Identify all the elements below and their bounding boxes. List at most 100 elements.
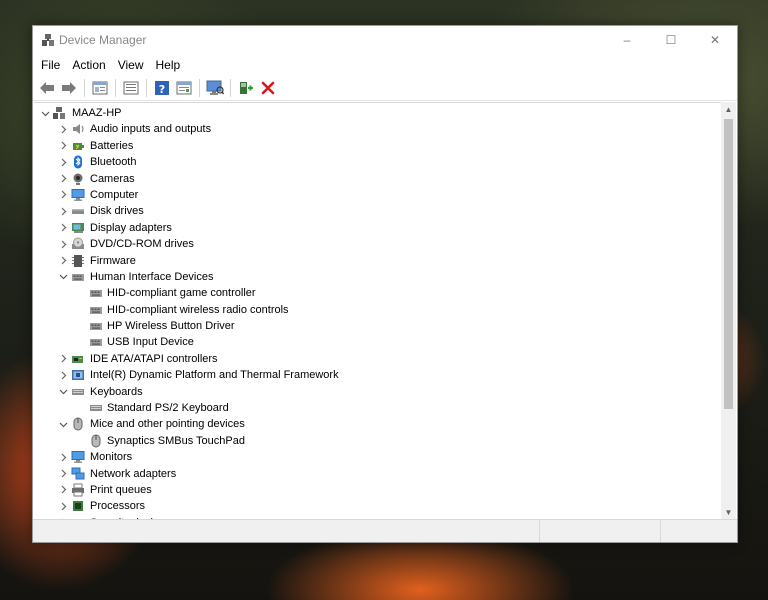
device-manager-app-icon — [42, 34, 54, 46]
chevron-right-icon[interactable] — [58, 203, 68, 219]
device-tree[interactable]: MAAZ-HP Audio inputs and outputs Batteries… — [34, 102, 722, 521]
menu-bar: File Action View Help — [33, 54, 737, 76]
tree-category-item[interactable]: Audio inputs and outputs — [34, 121, 722, 137]
tree-category-item[interactable]: Network adapters — [34, 466, 722, 482]
menu-action[interactable]: Action — [66, 54, 111, 76]
tree-category-item[interactable]: Display adapters — [34, 220, 722, 236]
hid-icon — [90, 290, 102, 298]
chevron-down-icon[interactable] — [58, 269, 68, 285]
chevron-down-icon[interactable] — [58, 416, 68, 432]
tree-item-label: IDE ATA/ATAPI controllers — [90, 352, 218, 365]
thermal-framework-icon — [72, 370, 84, 381]
speaker-icon — [73, 124, 84, 135]
tree-device-item[interactable]: Synaptics SMBus TouchPad — [34, 433, 722, 449]
forward-arrow-icon — [62, 82, 76, 94]
chevron-down-icon[interactable] — [58, 384, 68, 400]
menu-file[interactable]: File — [35, 54, 66, 76]
tree-category-item[interactable]: Print queues — [34, 482, 722, 498]
tree-item-label: Firmware — [90, 254, 136, 267]
tree-category-item[interactable]: IDE ATA/ATAPI controllers — [34, 351, 722, 367]
mouse-icon — [73, 417, 83, 431]
tree-category-item[interactable]: Intel(R) Dynamic Platform and Thermal Fr… — [34, 367, 722, 383]
computer-root-icon — [53, 107, 65, 119]
chevron-up-icon: ▲ — [724, 105, 733, 114]
tree-category-item[interactable]: Firmware — [34, 253, 722, 269]
help-button[interactable]: ? — [152, 78, 172, 98]
tree-item-label: Batteries — [90, 139, 134, 152]
chevron-right-icon[interactable] — [58, 171, 68, 187]
close-button[interactable]: ✕ — [693, 26, 737, 54]
tree-category-item[interactable]: Batteries — [34, 138, 722, 154]
keyboard-icon — [90, 405, 102, 412]
maximize-button[interactable]: ☐ — [649, 26, 693, 54]
tree-category-item[interactable]: Monitors — [34, 449, 722, 465]
chevron-right-icon[interactable] — [58, 187, 68, 203]
toolbar-separator — [230, 79, 231, 97]
scroll-thumb[interactable] — [724, 119, 733, 409]
tree-device-item[interactable]: HID-compliant wireless radio controls — [34, 302, 722, 318]
tree-category-item[interactable]: Computer — [34, 187, 722, 203]
chevron-right-icon[interactable] — [58, 482, 68, 498]
list-view-button[interactable] — [121, 78, 141, 98]
uninstall-device-button[interactable] — [258, 78, 278, 98]
tree-category-item[interactable]: DVD/CD-ROM drives — [34, 236, 722, 252]
toolbar: ? — [33, 76, 737, 101]
status-pane — [33, 520, 540, 542]
details-view-button[interactable] — [174, 78, 194, 98]
chevron-right-icon[interactable] — [58, 466, 68, 482]
chevron-right-icon[interactable] — [58, 121, 68, 137]
chevron-right-icon[interactable] — [58, 236, 68, 252]
tree-item-label: Synaptics SMBus TouchPad — [107, 434, 245, 447]
chevron-right-icon[interactable] — [58, 138, 68, 154]
network-adapter-icon — [71, 467, 85, 480]
tree-item-label: Print queues — [90, 483, 152, 496]
chevron-right-icon[interactable] — [58, 253, 68, 269]
chevron-right-icon[interactable] — [58, 154, 68, 170]
processor-icon — [73, 501, 83, 512]
status-bar — [33, 519, 737, 542]
chevron-right-icon[interactable] — [58, 367, 68, 383]
chevron-down-icon[interactable] — [40, 105, 50, 121]
bluetooth-icon — [74, 155, 82, 169]
tree-category-item[interactable]: Human Interface Devices — [34, 269, 722, 285]
scan-hardware-button[interactable] — [205, 78, 225, 98]
scroll-down-button[interactable]: ▼ — [721, 505, 736, 520]
tree-device-item[interactable]: Standard PS/2 Keyboard — [34, 400, 722, 416]
forward-button[interactable] — [59, 78, 79, 98]
firmware-icon — [72, 254, 84, 267]
hid-icon — [72, 273, 84, 281]
tree-device-item[interactable]: USB Input Device — [34, 334, 722, 350]
add-driver-button[interactable] — [236, 78, 256, 98]
chevron-right-icon[interactable] — [58, 351, 68, 367]
tree-item-label: Keyboards — [90, 385, 143, 398]
tree-device-item[interactable]: HP Wireless Button Driver — [34, 318, 722, 334]
tree-device-item[interactable]: HID-compliant game controller — [34, 285, 722, 301]
keyboard-icon — [72, 388, 84, 395]
tree-category-item[interactable]: Disk drives — [34, 203, 722, 219]
tree-category-item[interactable]: Bluetooth — [34, 154, 722, 170]
tree-category-item[interactable]: Keyboards — [34, 384, 722, 400]
tree-item-label: Human Interface Devices — [90, 270, 214, 283]
title-bar[interactable]: Device Manager – ☐ ✕ — [33, 26, 737, 54]
tree-root-node[interactable]: MAAZ-HP — [34, 105, 722, 121]
close-icon: ✕ — [709, 33, 721, 47]
properties-view-button[interactable] — [90, 78, 110, 98]
tree-item-label: Network adapters — [90, 467, 177, 480]
menu-view[interactable]: View — [112, 54, 150, 76]
vertical-scrollbar[interactable]: ▲ ▼ — [721, 102, 736, 520]
chevron-right-icon[interactable] — [58, 220, 68, 236]
mouse-icon — [91, 434, 101, 448]
menu-help[interactable]: Help — [150, 54, 187, 76]
chevron-right-icon[interactable] — [58, 498, 68, 514]
tree-category-item[interactable]: Cameras — [34, 171, 722, 187]
back-button[interactable] — [37, 78, 57, 98]
device-manager-window: Device Manager – ☐ ✕ File Action View He… — [32, 25, 738, 543]
add-driver-icon — [240, 82, 253, 94]
minimize-button[interactable]: – — [605, 26, 649, 54]
tree-category-item[interactable]: Processors — [34, 498, 722, 514]
chevron-right-icon[interactable] — [58, 449, 68, 465]
camera-icon — [73, 173, 83, 185]
scroll-up-button[interactable]: ▲ — [721, 102, 736, 117]
tree-item-label: Cameras — [90, 172, 135, 185]
tree-category-item[interactable]: Mice and other pointing devices — [34, 416, 722, 432]
